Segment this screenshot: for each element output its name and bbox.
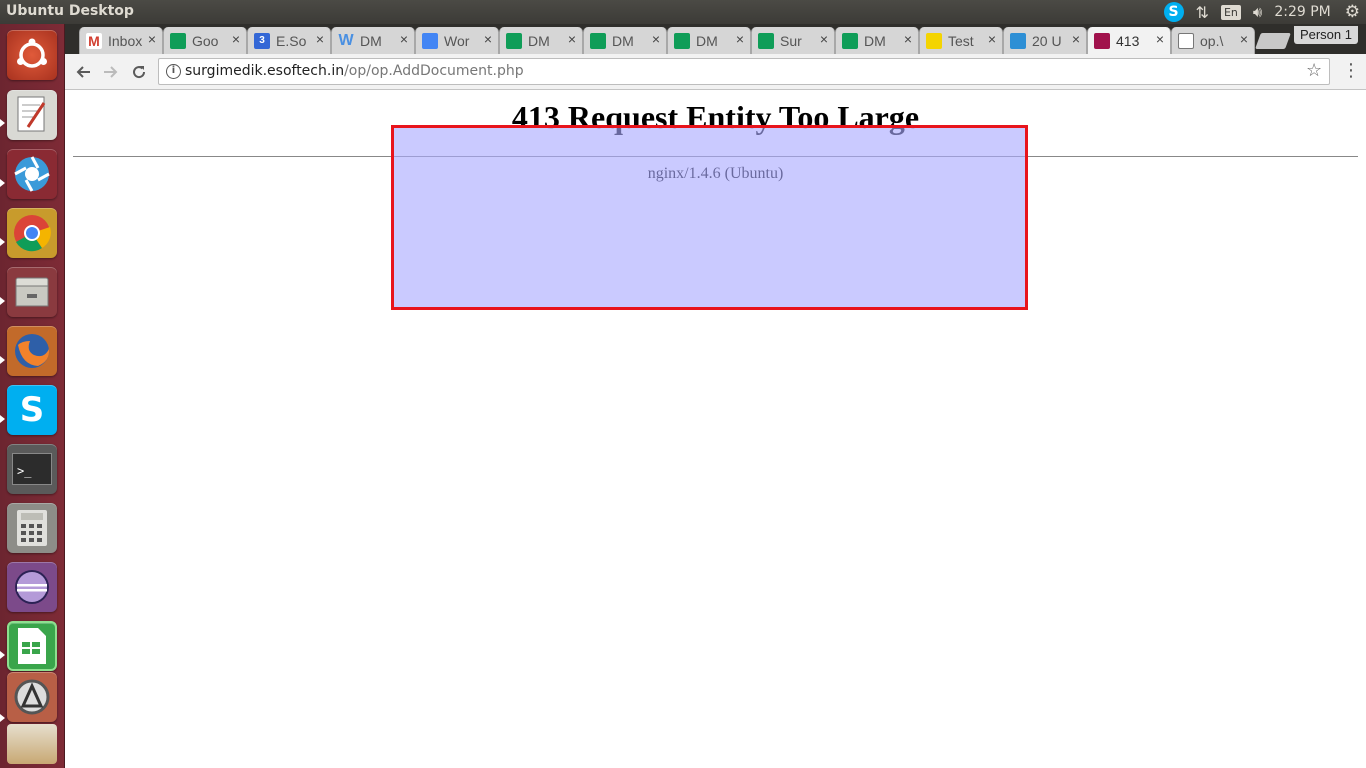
tab-label: Goo	[192, 32, 219, 49]
ubuntu-dash-icon[interactable]	[7, 30, 57, 80]
software-updater-icon[interactable]	[7, 672, 57, 722]
gmail-icon: M	[86, 32, 102, 49]
tab-close-icon[interactable]: ×	[652, 31, 660, 47]
tab-close-icon[interactable]: ×	[1156, 31, 1164, 47]
url-text[interactable]: surgimedik.esoftech.in/op/op.AddDocument…	[185, 59, 524, 84]
tab-5[interactable]: DM ×	[499, 27, 583, 54]
tab-close-icon[interactable]: ×	[1240, 31, 1248, 47]
calculator-icon[interactable]	[7, 503, 57, 553]
tab-close-icon[interactable]: ×	[820, 31, 828, 47]
tab-close-icon[interactable]: ×	[568, 31, 576, 47]
sheets-icon	[674, 32, 690, 49]
network-icon[interactable]: ⇅	[1196, 3, 1209, 22]
new-tab-button[interactable]	[1255, 33, 1291, 49]
chrome-icon[interactable]	[7, 208, 57, 258]
tab-label: 20 U	[1032, 32, 1062, 49]
tab-label: DM	[360, 32, 382, 49]
tab-close-icon[interactable]: ×	[148, 31, 156, 47]
tab-label: Test	[948, 32, 974, 49]
eclipse-icon[interactable]	[7, 562, 57, 612]
tab-13[interactable]: op.\ ×	[1171, 27, 1255, 54]
tab-11[interactable]: 20 U ×	[1003, 27, 1087, 54]
back-button[interactable]	[72, 61, 94, 83]
browser-toolbar: i surgimedik.esoftech.in/op/op.AddDocume…	[65, 54, 1366, 90]
shutter-icon[interactable]	[7, 149, 57, 199]
calendar-icon: 3	[254, 32, 270, 49]
crash-test-icon	[926, 32, 942, 49]
skype-icon[interactable]: S	[7, 385, 57, 435]
window-title: Ubuntu Desktop	[6, 3, 134, 19]
url-path: /op/op.AddDocument.php	[344, 63, 524, 79]
system-tray: S ⇅ En 🔊︎ 2:29 PM ⚙	[1163, 0, 1366, 24]
address-bar[interactable]: i surgimedik.esoftech.in/op/op.AddDocume…	[158, 58, 1330, 85]
tab-close-icon[interactable]: ×	[232, 31, 240, 47]
tab-3[interactable]: W DM ×	[331, 27, 415, 54]
docs-icon	[422, 32, 438, 49]
reload-button[interactable]	[128, 61, 150, 83]
volume-icon[interactable]: 🔊︎	[1253, 3, 1262, 21]
file-manager-icon[interactable]	[7, 267, 57, 317]
tab-label: Wor	[444, 32, 470, 49]
sheets-icon	[506, 32, 522, 49]
url-host: surgimedik.esoftech.in	[185, 63, 345, 79]
tab-close-icon[interactable]: ×	[736, 31, 744, 47]
text-editor-icon[interactable]	[7, 90, 57, 140]
tab-7[interactable]: DM ×	[667, 27, 751, 54]
firefox-icon[interactable]	[7, 326, 57, 376]
site-info-icon[interactable]: i	[166, 64, 181, 79]
top-panel: Ubuntu Desktop S ⇅ En 🔊︎ 2:29 PM ⚙	[0, 0, 1366, 24]
tab-label: Inbox	[108, 32, 143, 49]
tab-strip: M Inbox × Goo × 3 E.So × W DM × Wor × DM × DM × DM × Sur × DM…	[65, 24, 1366, 54]
launcher: S >_	[0, 24, 65, 768]
tab-close-icon[interactable]: ×	[484, 31, 492, 47]
tab-label: DM	[864, 32, 886, 49]
tab-label: Sur	[780, 32, 802, 49]
highlight-overlay	[391, 125, 1028, 310]
tab-8[interactable]: Sur ×	[751, 27, 835, 54]
sheets-icon	[590, 32, 606, 49]
bookmark-star-icon[interactable]: ☆	[1306, 60, 1322, 81]
tab-2[interactable]: 3 E.So ×	[247, 27, 331, 54]
sheets-icon	[170, 32, 186, 49]
skype-tray-icon[interactable]: S	[1163, 2, 1184, 22]
server-icon	[1094, 32, 1110, 49]
diamond-icon	[1010, 32, 1026, 49]
chrome-menu-icon[interactable]: ⋮	[1342, 60, 1360, 81]
tab-close-icon[interactable]: ×	[988, 31, 996, 47]
tab-label: op.\	[1200, 32, 1224, 49]
launcher-trash-icon[interactable]	[7, 724, 57, 764]
tab-close-icon[interactable]: ×	[904, 31, 912, 47]
tab-label: DM	[528, 32, 550, 49]
terminal-icon[interactable]: >_	[7, 444, 57, 494]
sheets-icon	[758, 32, 774, 49]
wordpress-icon: W	[338, 31, 354, 49]
tab-12[interactable]: 413 ×	[1087, 27, 1171, 54]
tab-label: E.So	[276, 32, 307, 49]
tab-close-icon[interactable]: ×	[1072, 31, 1080, 47]
settings-gear-icon[interactable]: ⚙	[1345, 2, 1360, 22]
tab-9[interactable]: DM ×	[835, 27, 919, 54]
clock[interactable]: 2:29 PM	[1274, 4, 1330, 20]
tab-0[interactable]: M Inbox ×	[79, 27, 163, 54]
tab-close-icon[interactable]: ×	[316, 31, 324, 47]
sheets-icon	[842, 32, 858, 49]
tab-10[interactable]: Test ×	[919, 27, 1003, 54]
keyboard-layout-indicator[interactable]: En	[1220, 4, 1241, 20]
profile-button[interactable]: Person 1	[1293, 26, 1358, 44]
tab-1[interactable]: Goo ×	[163, 27, 247, 54]
tab-label: DM	[696, 32, 718, 49]
tab-6[interactable]: DM ×	[583, 27, 667, 54]
page-icon	[1178, 32, 1194, 49]
tab-label: DM	[612, 32, 634, 49]
tab-close-icon[interactable]: ×	[400, 31, 408, 47]
tab-4[interactable]: Wor ×	[415, 27, 499, 54]
tab-label: 413	[1116, 32, 1140, 49]
forward-button[interactable]	[100, 61, 122, 83]
libreoffice-calc-icon[interactable]	[7, 621, 57, 671]
